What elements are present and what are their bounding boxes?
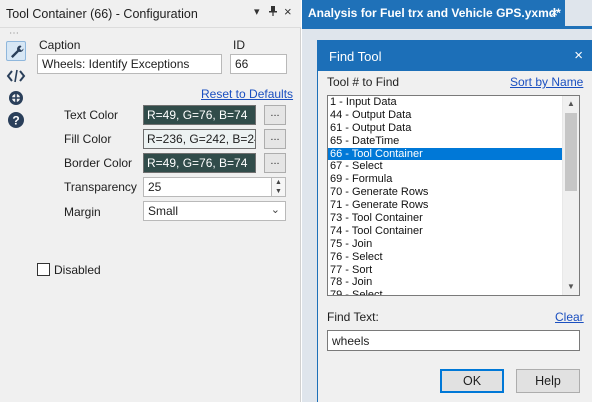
tool-list-item[interactable]: 69 - Formula	[328, 173, 563, 186]
id-label: ID	[233, 38, 245, 52]
drag-handle-icon: ⋯	[9, 28, 20, 39]
tool-list-scrollbar[interactable]: ▲ ▼	[562, 96, 579, 295]
tool-list-item[interactable]: 61 - Output Data	[328, 122, 563, 135]
help-icon[interactable]: ?	[6, 110, 26, 130]
border-color-picker-button[interactable]: ...	[264, 153, 286, 173]
document-tab[interactable]: Analysis for Fuel trx and Vehicle GPS.yx…	[302, 0, 565, 26]
margin-select-value: Small	[148, 204, 179, 218]
chevron-down-icon: ⌄	[270, 204, 280, 216]
dialog-title-bar: Find Tool ×	[318, 41, 592, 71]
margin-select[interactable]: Small ⌄	[143, 201, 286, 221]
find-text-input[interactable]: wheels	[327, 330, 580, 351]
configuration-panel: Tool Container (66) - Configuration ▾ × …	[0, 0, 301, 402]
tool-list-item[interactable]: 44 - Output Data	[328, 109, 563, 122]
tool-list-item[interactable]: 66 - Tool Container	[328, 147, 563, 161]
find-text-label: Find Text:	[327, 310, 379, 324]
panel-menu-icon[interactable]: ▾	[254, 5, 260, 18]
fill-color-swatch: R=236, G=242, B=242	[143, 129, 256, 149]
tool-list-item[interactable]: 79 - Select	[328, 289, 563, 295]
clear-link[interactable]: Clear	[555, 310, 584, 324]
tool-list-item[interactable]: 74 - Tool Container	[328, 225, 563, 238]
tool-list-item[interactable]: 77 - Sort	[328, 264, 563, 277]
tool-list-item[interactable]: 71 - Generate Rows	[328, 199, 563, 212]
scrollbar-thumb[interactable]	[565, 113, 577, 191]
fill-color-picker-button[interactable]: ...	[264, 129, 286, 149]
caption-input[interactable]: Wheels: Identify Exceptions	[37, 54, 222, 74]
tool-list-item[interactable]: 1 - Input Data	[328, 96, 563, 109]
reset-defaults-link[interactable]: Reset to Defaults	[201, 87, 293, 101]
text-color-swatch: R=49, G=76, B=74	[143, 105, 256, 125]
scroll-down-icon[interactable]: ▼	[563, 279, 579, 295]
margin-label: Margin	[64, 205, 101, 219]
document-tab-label: Analysis for Fuel trx and Vehicle GPS.yx…	[308, 6, 561, 20]
disabled-checkbox[interactable]	[37, 263, 50, 276]
target-icon[interactable]	[6, 88, 26, 108]
panel-close-icon[interactable]: ×	[284, 4, 292, 19]
stepper-down-icon[interactable]: ▼	[272, 187, 285, 196]
tool-list-item[interactable]: 75 - Join	[328, 238, 563, 251]
panel-title: Tool Container (66) - Configuration	[6, 7, 198, 21]
tool-list-item[interactable]: 65 - DateTime	[328, 135, 563, 148]
sort-by-name-link[interactable]: Sort by Name	[510, 75, 583, 89]
transparency-label: Transparency	[64, 180, 137, 194]
stepper-up-icon[interactable]: ▲	[272, 178, 285, 187]
tool-list-item[interactable]: 76 - Select	[328, 251, 563, 264]
tool-list-items: 1 - Input Data 44 - Output Data 61 - Outpu…	[328, 96, 563, 295]
workflow-area: Analysis for Fuel trx and Vehicle GPS.yx…	[302, 0, 592, 402]
text-color-label: Text Color	[64, 108, 119, 122]
code-icon[interactable]	[6, 66, 26, 86]
tool-number-label: Tool # to Find	[327, 75, 400, 89]
find-tool-dialog: Find Tool × Tool # to Find Sort by Name …	[317, 40, 592, 402]
panel-title-bar: Tool Container (66) - Configuration ▾ ×	[0, 0, 301, 28]
caption-label: Caption	[39, 38, 81, 52]
transparency-input[interactable]: 25	[143, 177, 272, 197]
disabled-label: Disabled	[54, 263, 101, 277]
tool-list-item[interactable]: 70 - Generate Rows	[328, 186, 563, 199]
help-button[interactable]: Help	[516, 369, 580, 393]
svg-text:?: ?	[12, 114, 19, 128]
dialog-title: Find Tool	[329, 49, 382, 64]
config-icon-bar: ⋯ ?	[0, 28, 30, 402]
border-color-label: Border Color	[64, 156, 133, 170]
transparency-stepper[interactable]: ▲ ▼	[272, 177, 286, 197]
tab-strip	[302, 26, 592, 29]
tool-list-item[interactable]: 73 - Tool Container	[328, 212, 563, 225]
border-color-swatch: R=49, G=76, B=74	[143, 153, 256, 173]
id-field: 66	[230, 54, 287, 74]
fill-color-label: Fill Color	[64, 132, 112, 146]
dialog-close-icon[interactable]: ×	[574, 47, 583, 64]
wrench-icon[interactable]	[6, 41, 26, 61]
text-color-picker-button[interactable]: ...	[264, 105, 286, 125]
tool-list[interactable]: 1 - Input Data 44 - Output Data 61 - Outpu…	[327, 95, 580, 296]
document-tab-close-icon[interactable]: ×	[550, 5, 558, 20]
tool-list-item[interactable]: 78 - Join	[328, 276, 563, 289]
ok-button[interactable]: OK	[440, 369, 504, 393]
pin-icon[interactable]	[268, 5, 278, 20]
tool-list-item[interactable]: 67 - Select	[328, 160, 563, 173]
scroll-up-icon[interactable]: ▲	[563, 96, 579, 112]
